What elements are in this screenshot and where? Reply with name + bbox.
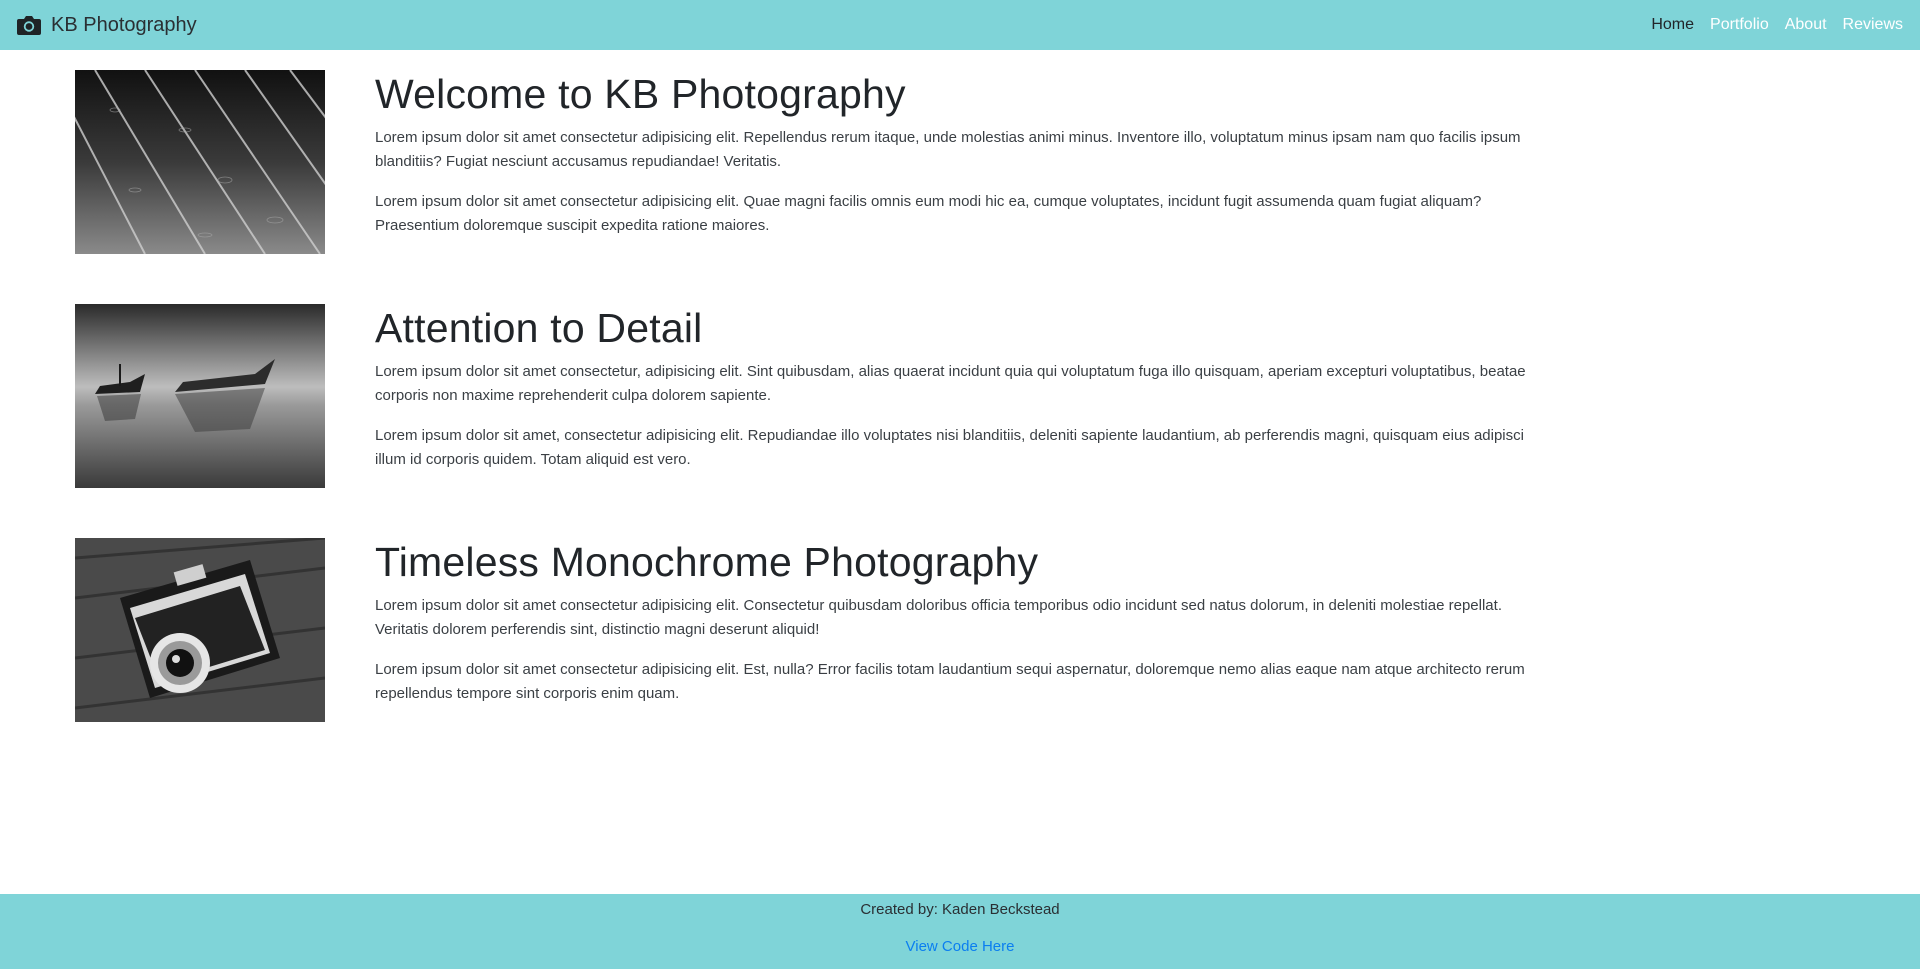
feature-paragraph: Lorem ipsum dolor sit amet consectetur a… — [375, 193, 1482, 235]
shipwreck-boats-photo — [75, 304, 325, 488]
footer: Created by: Kaden Beckstead View Code He… — [0, 894, 1920, 969]
feature-paragraph: Lorem ipsum dolor sit amet, consectetur … — [375, 427, 1524, 469]
feature-paragraph: Lorem ipsum dolor sit amet consectetur a… — [375, 597, 1502, 639]
feature-attention-to-detail: Attention to Detail Lorem ipsum dolor si… — [75, 304, 1526, 488]
nav-link-portfolio[interactable]: Portfolio — [1710, 16, 1769, 34]
nav-link-home[interactable]: Home — [1651, 16, 1694, 34]
brand-link[interactable]: KB Photography — [17, 14, 197, 37]
feature-title: Attention to Detail — [375, 305, 703, 351]
feature-welcome: Welcome to KB Photography Lorem ipsum do… — [75, 70, 1521, 254]
brand-name: KB Photography — [51, 13, 197, 36]
feature-timeless-monochrome: Timeless Monochrome Photography Lorem ip… — [75, 538, 1525, 722]
footer-credit: Created by: Kaden Beckstead — [860, 901, 1060, 918]
feature-text: Timeless Monochrome Photography Lorem ip… — [375, 538, 1535, 722]
feature-text: Welcome to KB Photography Lorem ipsum do… — [375, 70, 1535, 254]
nav-link-about[interactable]: About — [1785, 16, 1827, 34]
feature-paragraph: Lorem ipsum dolor sit amet consectetur a… — [375, 129, 1521, 171]
rain-on-wooden-deck-photo — [75, 70, 325, 254]
view-code-link[interactable]: View Code Here — [906, 938, 1015, 955]
feature-title: Timeless Monochrome Photography — [375, 539, 1039, 585]
navbar: KB Photography Home Portfolio About Revi… — [0, 0, 1920, 50]
vintage-camera-photo — [75, 538, 325, 722]
feature-paragraph: Lorem ipsum dolor sit amet consectetur, … — [375, 363, 1526, 405]
feature-title: Welcome to KB Photography — [375, 71, 906, 117]
camera-icon — [17, 16, 41, 35]
nav-links: Home Portfolio About Reviews — [1651, 16, 1903, 34]
feature-paragraph: Lorem ipsum dolor sit amet consectetur a… — [375, 661, 1525, 703]
nav-link-reviews[interactable]: Reviews — [1843, 16, 1903, 34]
feature-text: Attention to Detail Lorem ipsum dolor si… — [375, 304, 1535, 488]
